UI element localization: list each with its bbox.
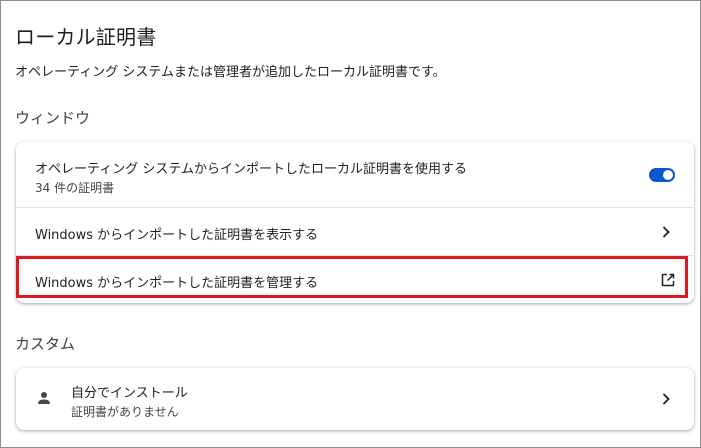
certificate-count: 34 件の証明書 [35, 181, 115, 195]
section-label-window: ウィンドウ [15, 109, 91, 127]
toggle-knob [663, 170, 673, 180]
manage-windows-certificates-label: Windows からインポートした証明書を管理する [35, 276, 319, 291]
page-description: オペレーティング システムまたは管理者が追加したローカル証明書です。 [15, 65, 446, 80]
self-install-status: 証明書がありません [71, 405, 179, 419]
settings-page: ローカル証明書 オペレーティング システムまたは管理者が追加したローカル証明書で… [0, 0, 701, 448]
window-certificates-card: オペレーティング システムからインポートしたローカル証明書を使用する 34 件の… [16, 142, 694, 303]
self-install-label: 自分でインストール [71, 386, 188, 401]
person-icon [38, 392, 50, 404]
use-os-certificates-row[interactable]: オペレーティング システムからインポートしたローカル証明書を使用する 34 件の… [16, 142, 694, 208]
custom-certificates-card: 自分でインストール 証明書がありません [16, 368, 694, 430]
external-link-icon[interactable] [660, 272, 676, 288]
page-title: ローカル証明書 [15, 25, 157, 49]
view-windows-certificates-label: Windows からインポートした証明書を表示する [35, 228, 319, 243]
use-os-certificates-label: オペレーティング システムからインポートしたローカル証明書を使用する [35, 162, 467, 177]
use-os-certificates-toggle[interactable] [649, 168, 675, 182]
chevron-right-icon [662, 226, 670, 238]
chevron-right-icon [662, 393, 670, 405]
view-windows-certificates-row[interactable]: Windows からインポートした証明書を表示する [16, 208, 694, 256]
self-install-row[interactable]: 自分でインストール 証明書がありません [16, 368, 694, 430]
manage-windows-certificates-row[interactable]: Windows からインポートした証明書を管理する [16, 256, 694, 303]
section-label-custom: カスタム [15, 335, 76, 353]
